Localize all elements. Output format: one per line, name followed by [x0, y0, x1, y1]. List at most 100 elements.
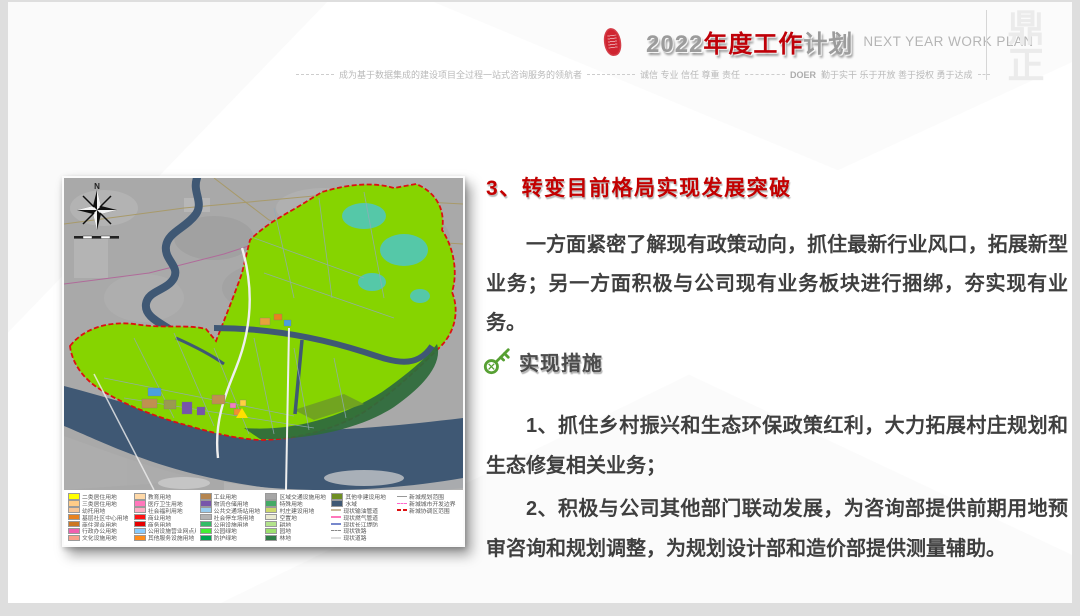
legend-swatch [134, 528, 146, 535]
legend-swatch [68, 493, 80, 500]
tagline-vision: 成为基于数据集成的建设项目全过程一站式咨询服务的领航者 [339, 68, 582, 81]
legend-column: 二类居住用地三类居住用地幼托用地基层社区中心用地商住混合用地行政办公用地文化设施… [68, 493, 130, 541]
legend-swatch [265, 507, 277, 514]
legend-label: 行政办公用地 [82, 527, 117, 534]
legend-swatch [397, 503, 407, 504]
legend-swatch [134, 521, 146, 528]
page-title: 2022年度工作计划 [646, 24, 853, 59]
map-legend: 二类居住用地三类居住用地幼托用地基层社区中心用地商住混合用地行政办公用地文化设施… [64, 490, 463, 541]
legend-swatch [397, 509, 407, 512]
legend-item: 商务用地 [134, 521, 196, 528]
legend-label: 教育用地 [148, 493, 171, 500]
legend-label: 工业用地 [214, 493, 237, 500]
legend-swatch [68, 528, 80, 535]
legend-item: 现状铁路 [331, 527, 393, 534]
legend-label: 文化设施用地 [82, 534, 117, 541]
legend-column: 工业用地物流仓储用地公共交通场站用地社会停车场用地公用设施用地公园绿地防护绿地 [200, 493, 262, 541]
legend-label: 现状燃气管道 [343, 514, 378, 521]
legend-item: 新城规划范围 [397, 493, 459, 500]
legend-label: 二类居住用地 [82, 493, 117, 500]
legend-label: 三类居住用地 [82, 500, 117, 507]
legend-label: 林地 [279, 534, 291, 541]
title-highlight: 年度工作 [703, 31, 803, 58]
legend-label: 村庄建设用地 [279, 507, 314, 514]
dash-line [978, 74, 990, 75]
section-paragraph: 一方面紧密了解现有政策动向，抓住最新行业风口，拓展新型业务；另一方面积极与公司现… [486, 226, 1068, 343]
measures-title: 实现措施 [519, 347, 603, 376]
legend-item: 公共交通场站用地 [200, 507, 262, 514]
legend-swatch [331, 500, 343, 507]
measures-header: 实现措施 [482, 346, 603, 376]
legend-item: 现状燃气管道 [331, 514, 393, 521]
legend-item: 社会福利用地 [134, 507, 196, 514]
legend-label: 社会福利用地 [148, 507, 183, 514]
legend-swatch [134, 493, 146, 500]
logo-char-top: 鼎 [1002, 10, 1050, 47]
legend-item: 特殊用地 [265, 500, 327, 507]
legend-swatch [331, 493, 343, 500]
legend-label: 公共交通场站用地 [214, 507, 260, 514]
legend-label: 现状铁路 [343, 527, 366, 534]
legend-swatch [265, 521, 277, 528]
land-use-map: N 二类居住用地三类居住用地幼托用地基层社区中心用地商住混合用地行政办公用地文化… [62, 176, 465, 547]
legend-item: 文化设施用地 [68, 534, 130, 541]
legend-item: 基层社区中心用地 [68, 514, 130, 521]
legend-label: 园地 [279, 527, 291, 534]
legend-label: 社会停车场用地 [214, 514, 255, 521]
legend-label: 基层社区中心用地 [82, 514, 128, 521]
legend-item: 社会停车场用地 [200, 514, 262, 521]
measure-list: 1、抓住乡村振兴和生态环保政策红利，大力拓展村庄规划和生态修复相关业务；2、积极… [486, 406, 1068, 572]
legend-swatch [331, 537, 341, 539]
legend-label: 公用设施营业网点用地 [148, 527, 196, 534]
legend-item: 新城城市开发边界 [397, 500, 459, 507]
legend-item: 空置地 [265, 514, 327, 521]
legend-item: 公用设施用地 [200, 521, 262, 528]
legend-item: 公园绿地 [200, 527, 262, 534]
slide: 2022年度工作计划 NEXT YEAR WORK PLAN 鼎 正 成为基于数… [8, 2, 1072, 603]
legend-item: 耕地 [265, 521, 327, 528]
legend-item: 区域交通设施用地 [265, 493, 327, 500]
legend-label: 空置地 [279, 514, 296, 521]
legend-item: 村庄建设用地 [265, 507, 327, 514]
legend-swatch [331, 523, 341, 525]
legend-swatch [331, 516, 341, 518]
scale-bar [74, 236, 119, 239]
legend-label: 现状道路 [343, 534, 366, 541]
legend-swatch [134, 500, 146, 507]
legend-swatch [68, 521, 80, 528]
legend-item: 公用设施营业网点用地 [134, 527, 196, 534]
legend-item: 教育用地 [134, 493, 196, 500]
section-heading: 3、转变目前格局实现发展突破 [486, 172, 792, 202]
legend-column: 其他非建设用地水域现状输油管道现状燃气管道现状长江堤防现状铁路现状道路 [331, 493, 393, 541]
legend-label: 其他服务设施用地 [148, 534, 194, 541]
header-divider [986, 10, 987, 80]
title-year: 2022 [646, 31, 703, 58]
legend-item: 医疗卫生用地 [134, 500, 196, 507]
legend-label: 区域交通设施用地 [279, 493, 325, 500]
company-logo: 鼎 正 [1002, 10, 1050, 84]
legend-label: 医疗卫生用地 [148, 500, 183, 507]
legend-item: 其他非建设用地 [331, 493, 393, 500]
legend-swatch [265, 528, 277, 535]
legend-label: 其他非建设用地 [345, 493, 386, 500]
legend-swatch [200, 514, 212, 521]
legend-label: 现状输油管道 [343, 507, 378, 514]
legend-item: 林地 [265, 534, 327, 541]
measure-item: 2、积极与公司其他部门联动发展，为咨询部提供前期用地预审咨询和规划调整，为规划设… [486, 489, 1068, 569]
legend-swatch [200, 528, 212, 535]
legend-swatch [68, 507, 80, 514]
legend-item: 新城协调区范围 [397, 507, 459, 514]
legend-label: 公用设施用地 [214, 521, 249, 528]
dash-line [296, 74, 334, 75]
legend-label: 耕地 [279, 521, 291, 528]
legend-item: 现状长江堤防 [331, 521, 393, 528]
legend-label: 公园绿地 [214, 527, 237, 534]
legend-column: 区域交通设施用地特殊用地村庄建设用地空置地耕地园地林地 [265, 493, 327, 541]
key-icon [482, 346, 512, 376]
legend-swatch [68, 514, 80, 521]
legend-swatch [68, 535, 80, 542]
legend-label: 商业用地 [148, 514, 171, 521]
legend-label: 特殊用地 [279, 500, 302, 507]
tagline-doer-values: 勤于实干 乐于开放 善于授权 勇于达成 [821, 68, 973, 81]
legend-swatch [265, 514, 277, 521]
